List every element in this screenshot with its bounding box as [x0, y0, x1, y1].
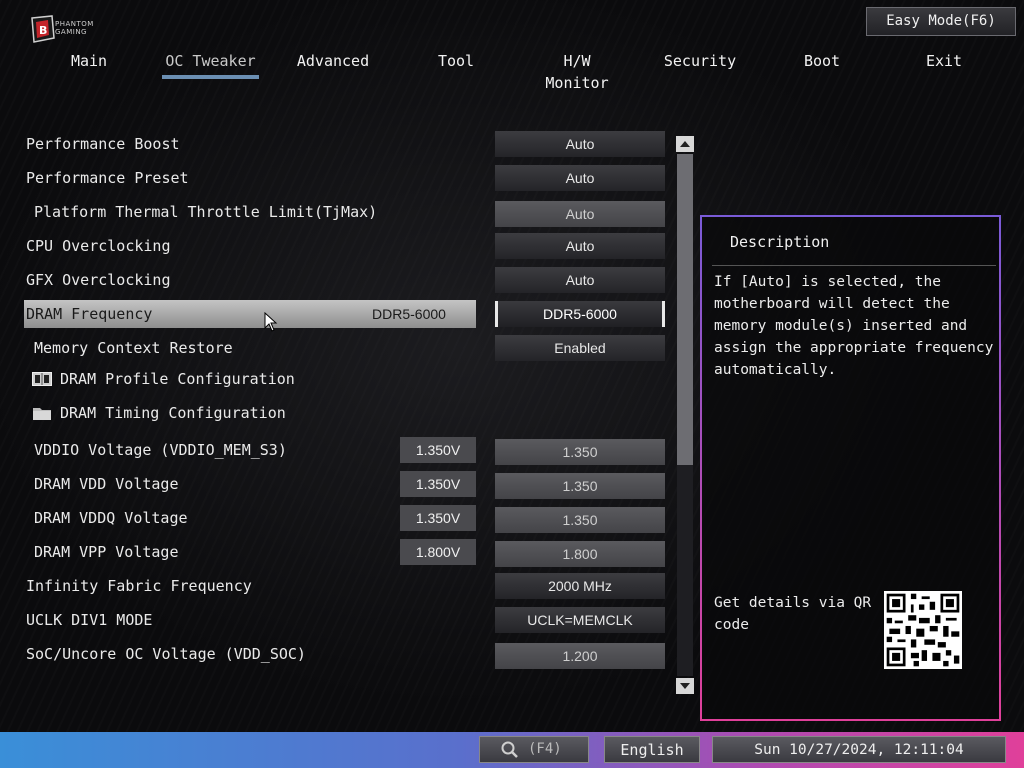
value-dram-vpp-voltage[interactable]: 1.800 [495, 541, 665, 567]
value-uclk-div1-mode[interactable]: UCLK=MEMCLK [495, 607, 665, 633]
value-dram-vdd-voltage[interactable]: 1.350 [495, 473, 665, 499]
current-dram-frequency: DDR5-6000 [372, 306, 446, 322]
row-dram-profile[interactable]: DRAM Profile Configuration [0, 364, 680, 394]
row-infinity-fabric[interactable]: Infinity Fabric Frequency 2000 MHz [0, 571, 680, 601]
search-icon [501, 741, 518, 758]
value-cpu-overclocking[interactable]: Auto [495, 233, 665, 259]
arrow-up-icon [680, 141, 690, 147]
value-memory-context-restore[interactable]: Enabled [495, 335, 665, 361]
main-nav: Main OC Tweaker Advanced Tool H/W Monito… [0, 50, 1024, 92]
current-dram-vddq-voltage: 1.350V [400, 505, 476, 531]
label-memory-context-restore: Memory Context Restore [34, 339, 233, 357]
row-vddio-voltage[interactable]: VDDIO Voltage (VDDIO_MEM_S3) 1.350V 1.35… [0, 435, 680, 465]
value-vddio-voltage[interactable]: 1.350 [495, 439, 665, 465]
row-dram-vddq-voltage[interactable]: DRAM VDDQ Voltage 1.350V 1.350 [0, 503, 680, 533]
row-dram-vpp-voltage[interactable]: DRAM VPP Voltage 1.800V 1.800 [0, 537, 680, 567]
logo-text: PHANTOM GAMING [55, 20, 94, 36]
value-thermal-limit[interactable]: Auto [495, 201, 665, 227]
value-infinity-fabric[interactable]: 2000 MHz [495, 573, 665, 599]
settings-scrollbar[interactable] [676, 136, 694, 694]
label-performance-preset: Performance Preset [26, 169, 189, 187]
scroll-down-button[interactable] [676, 678, 694, 694]
row-dram-timing[interactable]: DRAM Timing Configuration [0, 398, 680, 428]
row-dram-vdd-voltage[interactable]: DRAM VDD Voltage 1.350V 1.350 [0, 469, 680, 499]
easy-mode-button[interactable]: Easy Mode(F6) [866, 7, 1016, 36]
value-dram-vddq-voltage[interactable]: 1.350 [495, 507, 665, 533]
qr-caption: Get details via QR code [714, 595, 872, 633]
label-dram-vdd-voltage: DRAM VDD Voltage [34, 475, 179, 493]
value-performance-boost[interactable]: Auto [495, 131, 665, 157]
datetime-display: Sun 10/27/2024, 12:11:04 [712, 736, 1006, 763]
tab-tool[interactable]: Tool [430, 50, 482, 80]
row-performance-preset[interactable]: Performance Preset Auto [0, 163, 680, 193]
footer-bar: (F4) English Sun 10/27/2024, 12:11:04 [0, 732, 1024, 768]
label-soc-voltage: SoC/Uncore OC Voltage (VDD_SOC) [26, 645, 306, 663]
current-dram-vdd-voltage: 1.350V [400, 471, 476, 497]
description-panel: Description If [Auto] is selected, the m… [700, 215, 1001, 721]
search-button[interactable]: (F4) [479, 736, 589, 763]
search-shortcut-label: (F4) [528, 741, 562, 757]
tab-security[interactable]: Security [662, 50, 738, 80]
label-thermal-limit: Platform Thermal Throttle Limit(TjMax) [34, 203, 378, 221]
value-performance-preset[interactable]: Auto [495, 165, 665, 191]
tab-oc-tweaker[interactable]: OC Tweaker [162, 50, 259, 80]
description-text: If [Auto] is selected, the motherboard w… [714, 274, 994, 378]
row-uclk-div1-mode[interactable]: UCLK DIV1 MODE UCLK=MEMCLK [0, 605, 680, 635]
tab-main[interactable]: Main [58, 50, 120, 80]
current-vddio-voltage: 1.350V [400, 437, 476, 463]
label-dram-vddq-voltage: DRAM VDDQ Voltage [34, 509, 188, 527]
label-uclk-div1-mode: UCLK DIV1 MODE [26, 611, 153, 629]
row-thermal-limit[interactable]: Platform Thermal Throttle Limit(TjMax) A… [0, 197, 680, 227]
label-cpu-overclocking: CPU Overclocking [26, 237, 171, 255]
row-performance-boost[interactable]: Performance Boost Auto [0, 129, 680, 159]
description-divider [712, 265, 996, 266]
logo-line-1: PHANTOM [55, 20, 94, 28]
logo-line-2: GAMING [55, 28, 87, 36]
label-dram-vpp-voltage: DRAM VPP Voltage [34, 543, 179, 561]
language-button[interactable]: English [604, 736, 700, 763]
qr-code [884, 591, 962, 669]
label-vddio-voltage: VDDIO Voltage (VDDIO_MEM_S3) [34, 441, 287, 459]
tab-exit[interactable]: Exit [918, 50, 970, 80]
arrow-down-icon [680, 683, 690, 689]
description-title: Description [730, 233, 830, 251]
scroll-thumb[interactable] [677, 154, 693, 465]
mouse-cursor-icon [264, 312, 278, 332]
label-dram-frequency: DRAM Frequency [26, 305, 153, 323]
row-gfx-overclocking[interactable]: GFX Overclocking Auto [0, 265, 680, 295]
scroll-up-button[interactable] [676, 136, 694, 152]
label-performance-boost: Performance Boost [26, 135, 180, 153]
label-dram-profile: DRAM Profile Configuration [60, 370, 295, 388]
label-infinity-fabric: Infinity Fabric Frequency [26, 577, 252, 595]
value-gfx-overclocking[interactable]: Auto [495, 267, 665, 293]
svg-text:B: B [39, 24, 47, 37]
value-soc-voltage[interactable]: 1.200 [495, 643, 665, 669]
label-dram-timing: DRAM Timing Configuration [60, 404, 286, 422]
row-soc-voltage[interactable]: SoC/Uncore OC Voltage (VDD_SOC) 1.200 [0, 639, 680, 669]
tab-boot[interactable]: Boot [796, 50, 848, 80]
row-memory-context-restore[interactable]: Memory Context Restore Enabled [0, 333, 680, 363]
tab-hw-monitor[interactable]: H/W Monitor [528, 50, 626, 92]
tab-advanced[interactable]: Advanced [293, 50, 373, 80]
label-gfx-overclocking: GFX Overclocking [26, 271, 171, 289]
memory-module-icon [32, 372, 52, 386]
folder-icon [33, 408, 51, 420]
current-dram-vpp-voltage: 1.800V [400, 539, 476, 565]
value-dram-frequency[interactable]: DDR5-6000 [495, 301, 665, 327]
row-cpu-overclocking[interactable]: CPU Overclocking Auto [0, 231, 680, 261]
row-dram-frequency[interactable]: DRAM Frequency DDR5-6000 DDR5-6000 [0, 299, 680, 329]
